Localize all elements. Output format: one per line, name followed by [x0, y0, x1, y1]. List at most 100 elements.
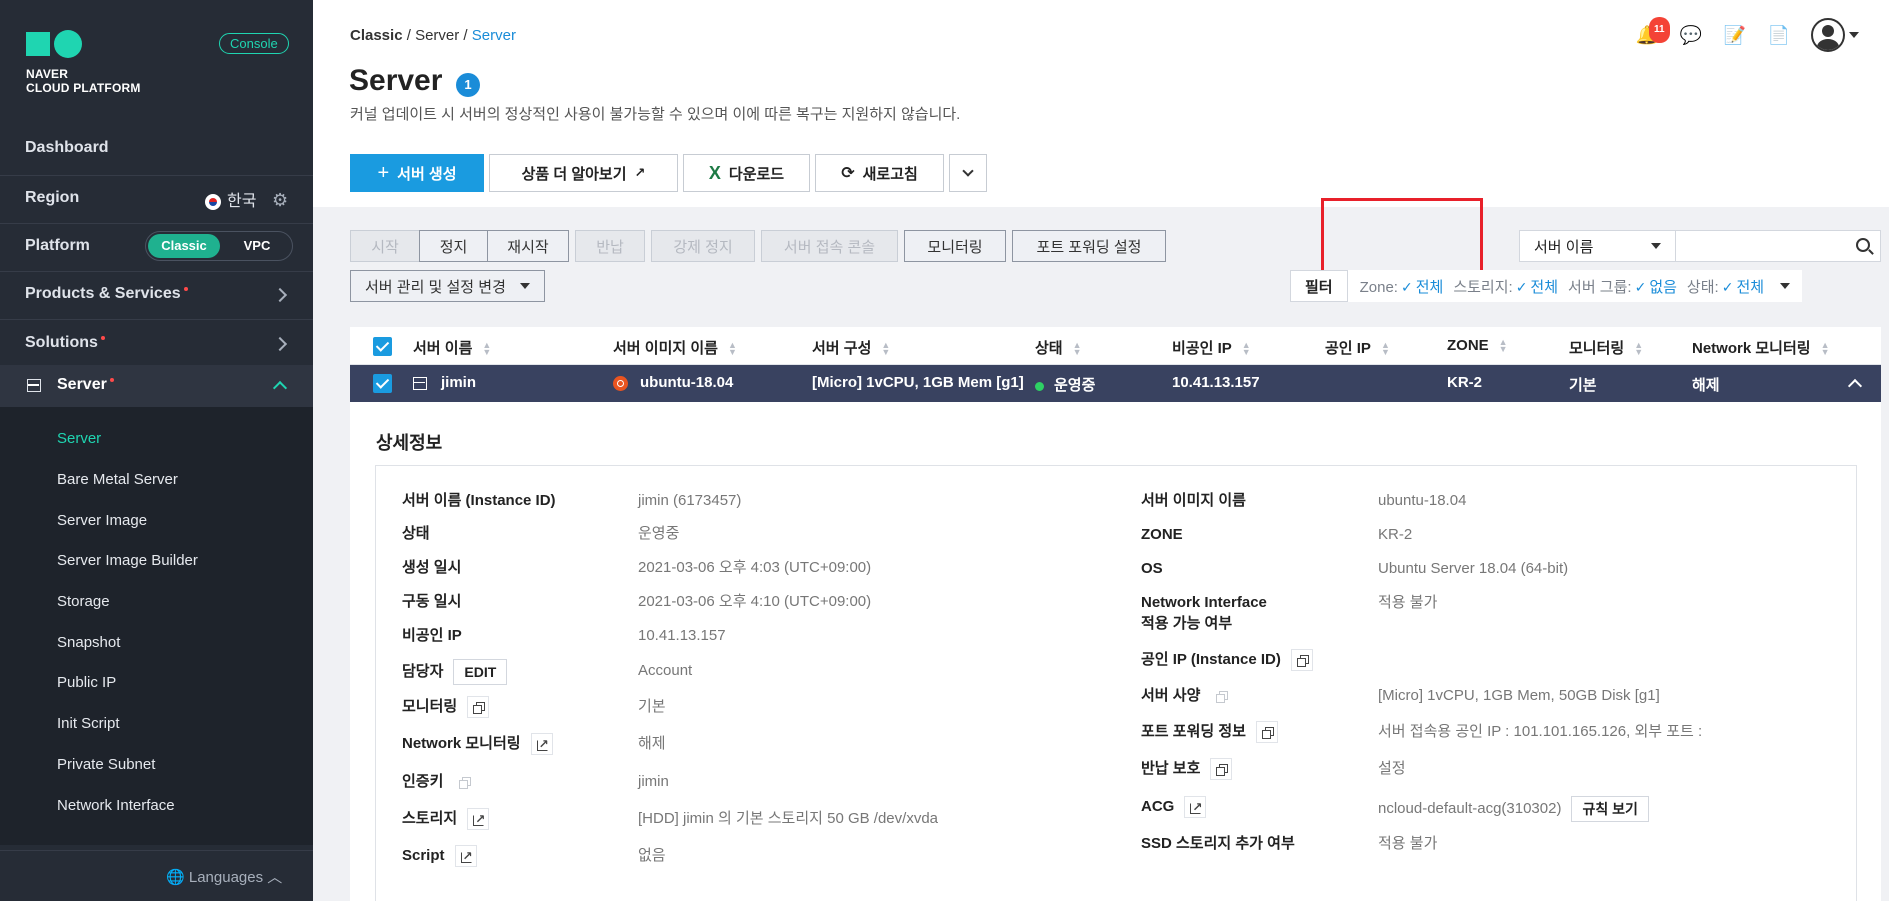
select-all-checkbox[interactable] [373, 337, 392, 356]
network-interface-label2: 적용 가능 여부 [1141, 615, 1233, 632]
popup-icon[interactable] [1255, 721, 1278, 744]
search-field-select[interactable]: 서버 이름 [1519, 230, 1676, 262]
value-status: 운영중 [638, 525, 680, 542]
popup-icon[interactable] [467, 696, 490, 719]
nav-dashboard[interactable]: Dashboard [25, 139, 109, 157]
col-private-ip[interactable]: 비공인 IP ▲ ▼ [1172, 337, 1251, 358]
detail-title: 상세정보 [376, 433, 443, 453]
subnav-storage[interactable]: Storage [57, 593, 110, 610]
col-public-ip[interactable]: 공인 IP ▲ ▼ [1325, 337, 1390, 358]
external-link-icon[interactable] [530, 733, 553, 756]
popup-icon[interactable] [1210, 758, 1233, 781]
nav-solutions-label: Solutions [25, 334, 98, 351]
page-title: Server [349, 64, 443, 97]
breadcrumb-server-group[interactable]: Server [415, 27, 459, 44]
divider [0, 319, 313, 320]
chevron-right-icon [272, 287, 288, 303]
cell-monitoring: 기본 [1569, 377, 1597, 394]
acg-label: ACG [1141, 798, 1175, 815]
breadcrumb-classic[interactable]: Classic [350, 27, 403, 44]
naver-cloud-logo[interactable]: NAVER CLOUD PLATFORM [26, 30, 141, 95]
edit-owner-button[interactable]: EDIT [453, 659, 508, 685]
filter-storage-value: 전체 [1530, 278, 1559, 296]
sort-icon: ▲ ▼ [881, 340, 891, 358]
platform-classic[interactable]: Classic [148, 234, 220, 258]
search-icon[interactable] [1856, 238, 1870, 252]
nav-region: Region [25, 189, 80, 206]
user-menu[interactable] [1811, 18, 1859, 52]
label-network-interface: Network Interface 적용 가능 여부 [1141, 592, 1267, 634]
subnav-server-image[interactable]: Server Image [57, 512, 147, 529]
value-monitoring: 기본 [638, 698, 666, 715]
view-rules-button[interactable]: 규칙 보기 [1571, 796, 1649, 822]
download-button[interactable]: X 다운로드 [683, 154, 810, 192]
value-acg: ncloud-default-acg(310302) 규칙 보기 [1378, 796, 1649, 822]
popup-icon[interactable] [1290, 649, 1313, 672]
create-server-button[interactable]: + 서버 생성 [350, 154, 484, 192]
value-server-spec: [Micro] 1vCPU, 1GB Mem, 50GB Disk [g1] [1378, 687, 1660, 704]
force-stop-button[interactable]: 강제 정지 [651, 230, 755, 262]
more-button[interactable] [949, 154, 987, 192]
external-link-icon[interactable] [1184, 796, 1207, 819]
restart-button[interactable]: 재시작 [487, 230, 569, 262]
nav-server[interactable]: Server [0, 365, 313, 407]
col-label: 서버 구성 [812, 340, 872, 357]
region-selector[interactable]: 한국 [205, 187, 256, 211]
subnav-init-script[interactable]: Init Script [57, 715, 120, 732]
port-forwarding-button[interactable]: 포트 포워딩 설정 [1012, 230, 1166, 262]
server-manage-dropdown[interactable]: 서버 관리 및 설정 변경 [350, 270, 545, 302]
value-script: 없음 [638, 847, 666, 864]
col-server-name[interactable]: 서버 이름 ▲ ▼ [413, 337, 491, 358]
console-badge[interactable]: Console [219, 33, 289, 54]
nav-products-services[interactable]: Products & Services [25, 285, 188, 303]
new-dot [183, 287, 188, 291]
chat-icon[interactable]: 💬 [1679, 23, 1703, 47]
subnav-snapshot[interactable]: Snapshot [57, 634, 120, 651]
col-status[interactable]: 상태 ▲ ▼ [1035, 337, 1082, 358]
col-image-name[interactable]: 서버 이미지 이름 ▲ ▼ [613, 337, 737, 358]
bell-icon[interactable]: 🔔 11 [1635, 17, 1670, 47]
label-created: 생성 일시 [402, 559, 462, 576]
sort-icon: ▲ ▼ [1498, 337, 1508, 355]
filter-items[interactable]: Zone: ✓ 전체 스토리지: ✓ 전체 서버 그룹: ✓ 없음 상태: ✓ 전체 [1348, 276, 1802, 297]
col-label: 비공인 IP [1172, 340, 1232, 357]
subnav-public-ip[interactable]: Public IP [57, 674, 116, 691]
table-row[interactable]: jimin ubuntu-18.04 [Micro] 1vCPU, 1GB Me… [350, 365, 1881, 402]
learn-more-button[interactable]: 상품 더 알아보기 ↗ [489, 154, 678, 192]
nav-solutions[interactable]: Solutions [25, 334, 105, 352]
col-monitoring[interactable]: 모니터링 ▲ ▼ [1569, 337, 1643, 358]
start-button[interactable]: 시작 [350, 230, 420, 262]
platform-vpc[interactable]: VPC [224, 234, 290, 258]
subnav-server[interactable]: Server [57, 430, 101, 447]
subnav-server-image-builder[interactable]: Server Image Builder [57, 552, 198, 569]
row-checkbox[interactable] [373, 374, 392, 393]
server-console-button[interactable]: 서버 접속 콘솔 [761, 230, 898, 262]
divider [0, 271, 313, 272]
value-network-monitoring: 해제 [638, 735, 666, 752]
document-icon[interactable]: 📄 [1767, 23, 1791, 47]
note-icon[interactable]: 📝 [1723, 23, 1747, 47]
return-button[interactable]: 반납 [575, 230, 645, 262]
subnav-private-subnet[interactable]: Private Subnet [57, 756, 155, 773]
subnav-network-interface[interactable]: Network Interface [57, 797, 175, 814]
value-created: 2021-03-06 오후 4:03 (UTC+09:00) [638, 559, 872, 576]
platform-toggle[interactable]: Classic VPC [145, 231, 293, 261]
subnav-bare-metal-server[interactable]: Bare Metal Server [57, 471, 178, 488]
languages-menu[interactable]: 🌐 Languages ︿ [166, 866, 282, 887]
col-network-monitoring[interactable]: Network 모니터링 ▲ ▼ [1692, 337, 1829, 358]
external-link-icon[interactable] [467, 808, 490, 831]
col-spec[interactable]: 서버 구성 ▲ ▼ [812, 337, 890, 358]
plus-icon: + [377, 161, 390, 184]
search-input[interactable] [1675, 230, 1881, 262]
cell-status: 운영중 [1035, 374, 1095, 395]
refresh-button[interactable]: ⟳ 새로고침 [815, 154, 944, 192]
col-zone[interactable]: ZONE ▲ ▼ [1447, 337, 1508, 354]
stop-button[interactable]: 정지 [419, 230, 488, 262]
filter-bar: 필터 Zone: ✓ 전체 스토리지: ✓ 전체 서버 그룹: ✓ 없음 상태: ✓ 전체 [1290, 270, 1803, 302]
external-link-icon[interactable] [454, 845, 477, 868]
filter-button[interactable]: 필터 [1290, 270, 1348, 302]
gear-icon[interactable]: ⚙ [272, 190, 288, 211]
divider [0, 223, 313, 224]
monitoring-button[interactable]: 모니터링 [904, 230, 1006, 262]
collapse-icon[interactable] [1847, 378, 1863, 394]
